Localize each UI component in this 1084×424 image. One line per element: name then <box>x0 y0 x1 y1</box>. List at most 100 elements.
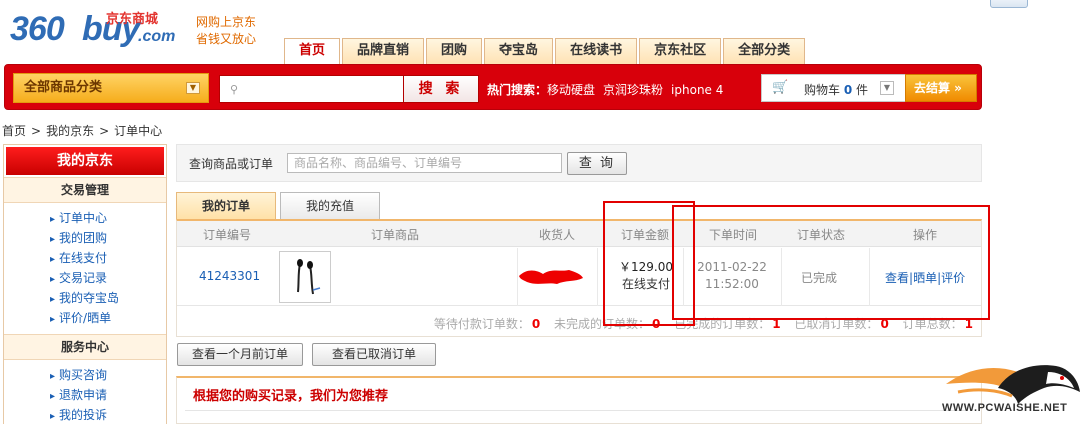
breadcrumb-separator: > <box>99 124 110 138</box>
sidebar: 我的京东 交易管理 订单中心 我的团购 在线支付 交易记录 我的夺宝岛 评价/晒… <box>3 144 167 424</box>
search-icon: ⚲ <box>230 83 239 96</box>
eagle-logo-icon <box>946 365 1080 404</box>
nav-tab-groupbuy[interactable]: 团购 <box>426 38 483 64</box>
sidebar-item-order-center[interactable]: 订单中心 <box>50 208 166 228</box>
column-header-actions: 操作 <box>913 228 938 242</box>
column-header-receiver: 收货人 <box>539 228 576 242</box>
query-button[interactable]: 查 询 <box>567 152 627 175</box>
cart-count: 0 <box>843 83 853 97</box>
order-id-link[interactable]: 41243301 <box>199 269 260 283</box>
summary-label: 订单总数： <box>902 317 963 331</box>
sidebar-section-trade: 交易管理 <box>4 177 166 203</box>
column-divider <box>869 248 870 306</box>
breadcrumb-order-center: 订单中心 <box>114 124 163 138</box>
nav-tab-all-categories[interactable]: 全部分类 <box>723 38 806 64</box>
cart-box[interactable]: 🛒 购物车 0 件 ▼ <box>761 74 907 102</box>
table-row: 41243301 ￥129.00 在线支付 2011-02-22 11:52:0… <box>177 248 981 306</box>
search-bar: 全部商品分类 ▼ ⚲ 搜 索 热门搜索：移动硬盘 京润珍珠粉 iphone 4 🛒 … <box>4 64 982 110</box>
order-actions: 查看|晒单|评价 <box>885 269 965 286</box>
hot-search-link[interactable]: iphone 4 <box>671 83 723 97</box>
divider <box>185 410 965 411</box>
sidebar-item-treasure[interactable]: 我的夺宝岛 <box>50 288 166 308</box>
breadcrumb-home[interactable]: 首页 <box>2 124 26 138</box>
summary-count: 1 <box>964 317 973 331</box>
sidebar-item-complaints[interactable]: 我的投诉 <box>50 405 166 424</box>
order-amount: ￥129.00 在线支付 <box>619 259 673 293</box>
column-divider <box>597 248 598 306</box>
hot-search-link[interactable]: 京润珍珠粉 <box>603 83 663 97</box>
all-categories-dropdown[interactable]: 全部商品分类 ▼ <box>13 73 209 103</box>
share-order-link[interactable]: 晒单 <box>913 271 937 285</box>
search-button[interactable]: 搜 索 <box>403 75 479 103</box>
table-header: 订单编号 订单商品 收货人 订单金额 下单时间 订单状态 操作 <box>177 221 981 247</box>
column-header-order-time: 下单时间 <box>709 228 758 242</box>
order-summary: 等待付款订单数： 0 未完成的订单数： 0 已完成的订单数： 1 已取消订单数： 0 订… <box>434 315 973 332</box>
sidebar-item-reviews[interactable]: 评价/晒单 <box>50 308 166 328</box>
cart-unit: 件 <box>856 83 869 97</box>
summary-count: 1 <box>772 317 781 331</box>
column-header-status: 订单状态 <box>797 228 846 242</box>
checkout-button[interactable]: 去结算 » <box>905 74 977 102</box>
slogan-line-1: 网购上京东 <box>196 15 257 29</box>
main-nav: 首页 品牌直销 团购 夺宝岛 在线读书 京东社区 全部分类 <box>284 38 807 65</box>
sidebar-list-service: 购买咨询 退款申请 我的投诉 <box>4 360 166 424</box>
view-month-ago-orders-button[interactable]: 查看一个月前订单 <box>177 343 303 366</box>
query-label: 查询商品或订单 <box>189 157 274 171</box>
order-query-bar: 查询商品或订单 查 询 <box>176 144 982 182</box>
logo-number: 360 <box>10 10 65 48</box>
review-order-link[interactable]: 评价 <box>941 271 965 285</box>
column-divider <box>683 248 684 306</box>
summary-count: 0 <box>880 317 889 331</box>
summary-count: 0 <box>652 317 661 331</box>
nav-tab-reading[interactable]: 在线读书 <box>555 38 638 64</box>
tab-my-recharge[interactable]: 我的充值 <box>280 192 380 219</box>
sidebar-item-online-pay[interactable]: 在线支付 <box>50 248 166 268</box>
slogan-line-2: 省钱又放心 <box>196 32 257 46</box>
nav-tab-community[interactable]: 京东社区 <box>639 38 722 64</box>
search-box: ⚲ <box>219 75 405 103</box>
redacted-receiver-scribble <box>519 270 583 284</box>
order-table: 订单编号 订单商品 收货人 订单金额 下单时间 订单状态 操作 41243301… <box>176 219 982 337</box>
order-date: 2011-02-22 <box>697 260 767 274</box>
recommendation-panel: 根据您的购买记录，我们为您推荐 <box>176 376 982 424</box>
nav-tab-home[interactable]: 首页 <box>284 38 341 65</box>
cart-text: 购物车 0 件 <box>804 81 868 98</box>
sidebar-title[interactable]: 我的京东 <box>6 147 164 175</box>
site-watermark: WWW.PCWAISHE.NET <box>938 358 1084 424</box>
sidebar-item-consult[interactable]: 购买咨询 <box>50 365 166 385</box>
hot-search: 热门搜索：移动硬盘 京润珍珠粉 iphone 4 <box>487 81 723 98</box>
column-header-products: 订单商品 <box>371 228 420 242</box>
product-thumbnail[interactable] <box>279 251 331 303</box>
nav-tab-treasure[interactable]: 夺宝岛 <box>484 38 554 64</box>
hot-search-link[interactable]: 移动硬盘 <box>547 83 595 97</box>
order-datetime: 2011-02-22 11:52:00 <box>697 259 767 293</box>
payment-method: 在线支付 <box>621 277 670 291</box>
amount-value: ￥129.00 <box>619 260 673 274</box>
nav-tab-brands[interactable]: 品牌直销 <box>342 38 425 64</box>
sidebar-item-trade-records[interactable]: 交易记录 <box>50 268 166 288</box>
watermark-text: WWW.PCWAISHE.NET <box>942 402 1068 414</box>
sidebar-item-groupbuy[interactable]: 我的团购 <box>50 228 166 248</box>
column-header-order-id: 订单编号 <box>203 228 252 242</box>
sidebar-list-trade: 订单中心 我的团购 在线支付 交易记录 我的夺宝岛 评价/晒单 <box>4 203 166 334</box>
view-cancelled-orders-button[interactable]: 查看已取消订单 <box>312 343 436 366</box>
view-order-link[interactable]: 查看 <box>885 271 909 285</box>
summary-label: 未完成的订单数： <box>554 317 651 331</box>
order-time: 11:52:00 <box>705 277 759 291</box>
summary-label: 等待付款订单数： <box>433 317 530 331</box>
breadcrumb-separator: > <box>31 124 42 138</box>
summary-count: 0 <box>531 317 541 331</box>
top-right-button[interactable] <box>990 0 1028 8</box>
column-header-amount: 订单金额 <box>621 228 670 242</box>
cart-label: 购物车 <box>804 83 841 97</box>
column-divider <box>781 248 782 306</box>
slogan: 网购上京东 省钱又放心 <box>196 14 276 48</box>
breadcrumb: 首页 > 我的京东 > 订单中心 <box>2 122 162 139</box>
sidebar-item-refund[interactable]: 退款申请 <box>50 385 166 405</box>
order-search-input[interactable] <box>287 153 562 173</box>
breadcrumb-my-jd[interactable]: 我的京东 <box>46 124 94 138</box>
search-input[interactable] <box>246 79 401 99</box>
jd-logo[interactable]: 360 buy 京东商城 .com <box>10 8 185 50</box>
tab-my-orders[interactable]: 我的订单 <box>176 192 276 219</box>
chevron-down-icon[interactable]: ▼ <box>880 81 894 95</box>
